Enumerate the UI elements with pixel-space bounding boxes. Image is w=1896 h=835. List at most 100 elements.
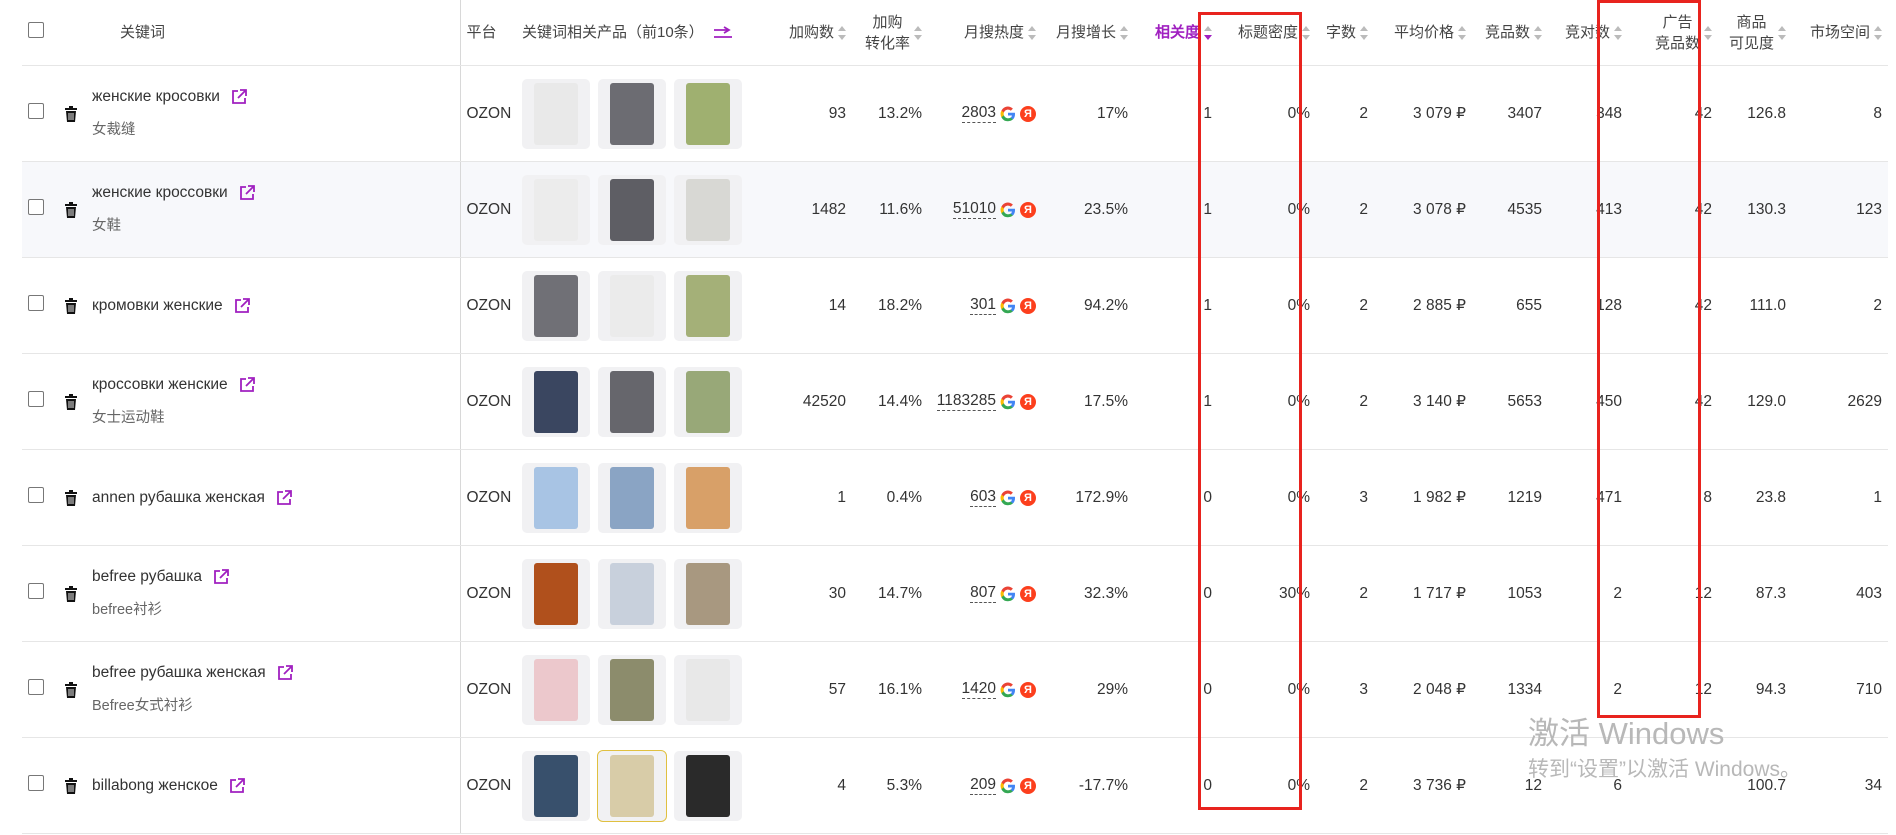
external-link-icon[interactable]	[228, 777, 246, 795]
select-all-cell	[22, 0, 50, 66]
external-link-icon[interactable]	[276, 664, 294, 682]
header-avg-price[interactable]: 平均价格	[1374, 0, 1472, 66]
yandex-icon[interactable]: Я	[1020, 393, 1036, 410]
product-thumbnail[interactable]	[674, 174, 742, 245]
product-thumbnail[interactable]	[674, 654, 742, 725]
external-link-icon[interactable]	[230, 88, 248, 106]
product-thumbnail[interactable]	[522, 366, 590, 437]
yandex-icon[interactable]: Я	[1020, 297, 1036, 314]
delete-icon[interactable]	[64, 393, 78, 410]
product-thumbnail[interactable]	[597, 749, 667, 822]
product-thumbnail[interactable]	[674, 750, 742, 821]
product-thumbnail[interactable]	[522, 78, 590, 149]
row-checkbox[interactable]	[28, 103, 44, 119]
header-competing-products[interactable]: 竞品数	[1472, 0, 1548, 66]
google-icon[interactable]	[1000, 682, 1016, 698]
sort-icon[interactable]	[1360, 25, 1368, 40]
product-thumbnail[interactable]	[598, 366, 666, 437]
product-thumbnail[interactable]	[598, 270, 666, 341]
product-thumbnail[interactable]	[674, 558, 742, 629]
delete-icon[interactable]	[64, 201, 78, 218]
monthly-heat-value[interactable]: 301	[970, 296, 996, 315]
yandex-icon[interactable]: Я	[1020, 777, 1036, 794]
sort-icon[interactable]	[1778, 25, 1786, 40]
product-thumbnail[interactable]	[674, 462, 742, 533]
header-market-space[interactable]: 市场空间	[1792, 0, 1888, 66]
delete-icon[interactable]	[64, 777, 78, 794]
product-thumbnail[interactable]	[522, 654, 590, 725]
yandex-icon[interactable]: Я	[1020, 489, 1036, 506]
external-link-icon[interactable]	[212, 568, 230, 586]
header-cart-conversion[interactable]: 加购 转化率	[852, 0, 928, 66]
product-thumbnail[interactable]	[598, 654, 666, 725]
sort-icon[interactable]	[1704, 25, 1712, 40]
product-thumbnail[interactable]	[674, 78, 742, 149]
product-image	[534, 274, 578, 337]
product-thumbnail[interactable]	[674, 270, 742, 341]
external-link-icon[interactable]	[238, 184, 256, 202]
google-icon[interactable]	[1000, 298, 1016, 314]
external-link-icon[interactable]	[233, 297, 251, 315]
row-checkbox[interactable]	[28, 775, 44, 791]
row-checkbox[interactable]	[28, 679, 44, 695]
google-icon[interactable]	[1000, 586, 1016, 602]
google-icon[interactable]	[1000, 202, 1016, 218]
monthly-heat-value[interactable]: 603	[970, 488, 996, 507]
product-thumbnail[interactable]	[522, 270, 590, 341]
delete-icon[interactable]	[64, 489, 78, 506]
delete-icon[interactable]	[64, 105, 78, 122]
delete-icon[interactable]	[64, 297, 78, 314]
header-visibility[interactable]: 商品 可见度	[1718, 0, 1792, 66]
yandex-icon[interactable]: Я	[1020, 201, 1036, 218]
sort-icon[interactable]	[1458, 25, 1466, 40]
product-thumbnail[interactable]	[598, 174, 666, 245]
yandex-icon[interactable]: Я	[1020, 681, 1036, 698]
yandex-icon[interactable]: Я	[1020, 585, 1036, 602]
header-word-count[interactable]: 字数	[1316, 0, 1374, 66]
google-icon[interactable]	[1000, 778, 1016, 794]
sort-icon[interactable]	[1874, 25, 1882, 40]
keyword-text: befree рубашка	[92, 568, 202, 585]
yandex-icon[interactable]: Я	[1020, 105, 1036, 122]
monthly-heat-value[interactable]: 1420	[961, 680, 996, 699]
sort-icon[interactable]	[1120, 25, 1128, 40]
product-thumbnail[interactable]	[598, 78, 666, 149]
product-thumbnail[interactable]	[598, 558, 666, 629]
monthly-heat-value[interactable]: 51010	[952, 200, 996, 219]
sort-icon[interactable]	[1028, 25, 1036, 40]
sort-icon[interactable]	[1302, 25, 1310, 40]
row-checkbox[interactable]	[28, 391, 44, 407]
google-icon[interactable]	[1000, 490, 1016, 506]
delete-icon[interactable]	[64, 681, 78, 698]
google-icon[interactable]	[1000, 394, 1016, 410]
sort-icon[interactable]	[914, 25, 922, 40]
monthly-heat-value[interactable]: 2803	[961, 104, 996, 123]
avg-price-cell: 3 736 ₽	[1374, 737, 1472, 834]
row-checkbox[interactable]	[28, 487, 44, 503]
header-monthly-growth[interactable]: 月搜增长	[1042, 0, 1134, 66]
product-thumbnail[interactable]	[674, 366, 742, 437]
product-thumbnail[interactable]	[522, 750, 590, 821]
monthly-heat-value[interactable]: 209	[970, 776, 996, 795]
row-checkbox[interactable]	[28, 583, 44, 599]
product-image	[610, 82, 654, 145]
external-link-icon[interactable]	[275, 489, 293, 507]
expand-arrow-icon[interactable]	[712, 26, 734, 40]
product-thumbnail[interactable]	[522, 174, 590, 245]
sort-icon[interactable]	[838, 25, 846, 40]
header-monthly-heat[interactable]: 月搜热度	[928, 0, 1042, 66]
monthly-heat-value[interactable]: 807	[970, 584, 996, 603]
product-thumbnail[interactable]	[598, 462, 666, 533]
sort-icon[interactable]	[1534, 25, 1542, 40]
product-thumbnail[interactable]	[522, 462, 590, 533]
header-monthly-growth-label: 月搜增长	[1055, 24, 1116, 41]
google-icon[interactable]	[1000, 106, 1016, 122]
product-thumbnail[interactable]	[522, 558, 590, 629]
external-link-icon[interactable]	[238, 376, 256, 394]
row-checkbox[interactable]	[28, 295, 44, 311]
row-checkbox[interactable]	[28, 199, 44, 215]
select-all-checkbox[interactable]	[28, 21, 44, 38]
header-cart-adds[interactable]: 加购数	[768, 0, 852, 66]
monthly-heat-value[interactable]: 1183285	[936, 392, 996, 411]
delete-icon[interactable]	[64, 585, 78, 602]
